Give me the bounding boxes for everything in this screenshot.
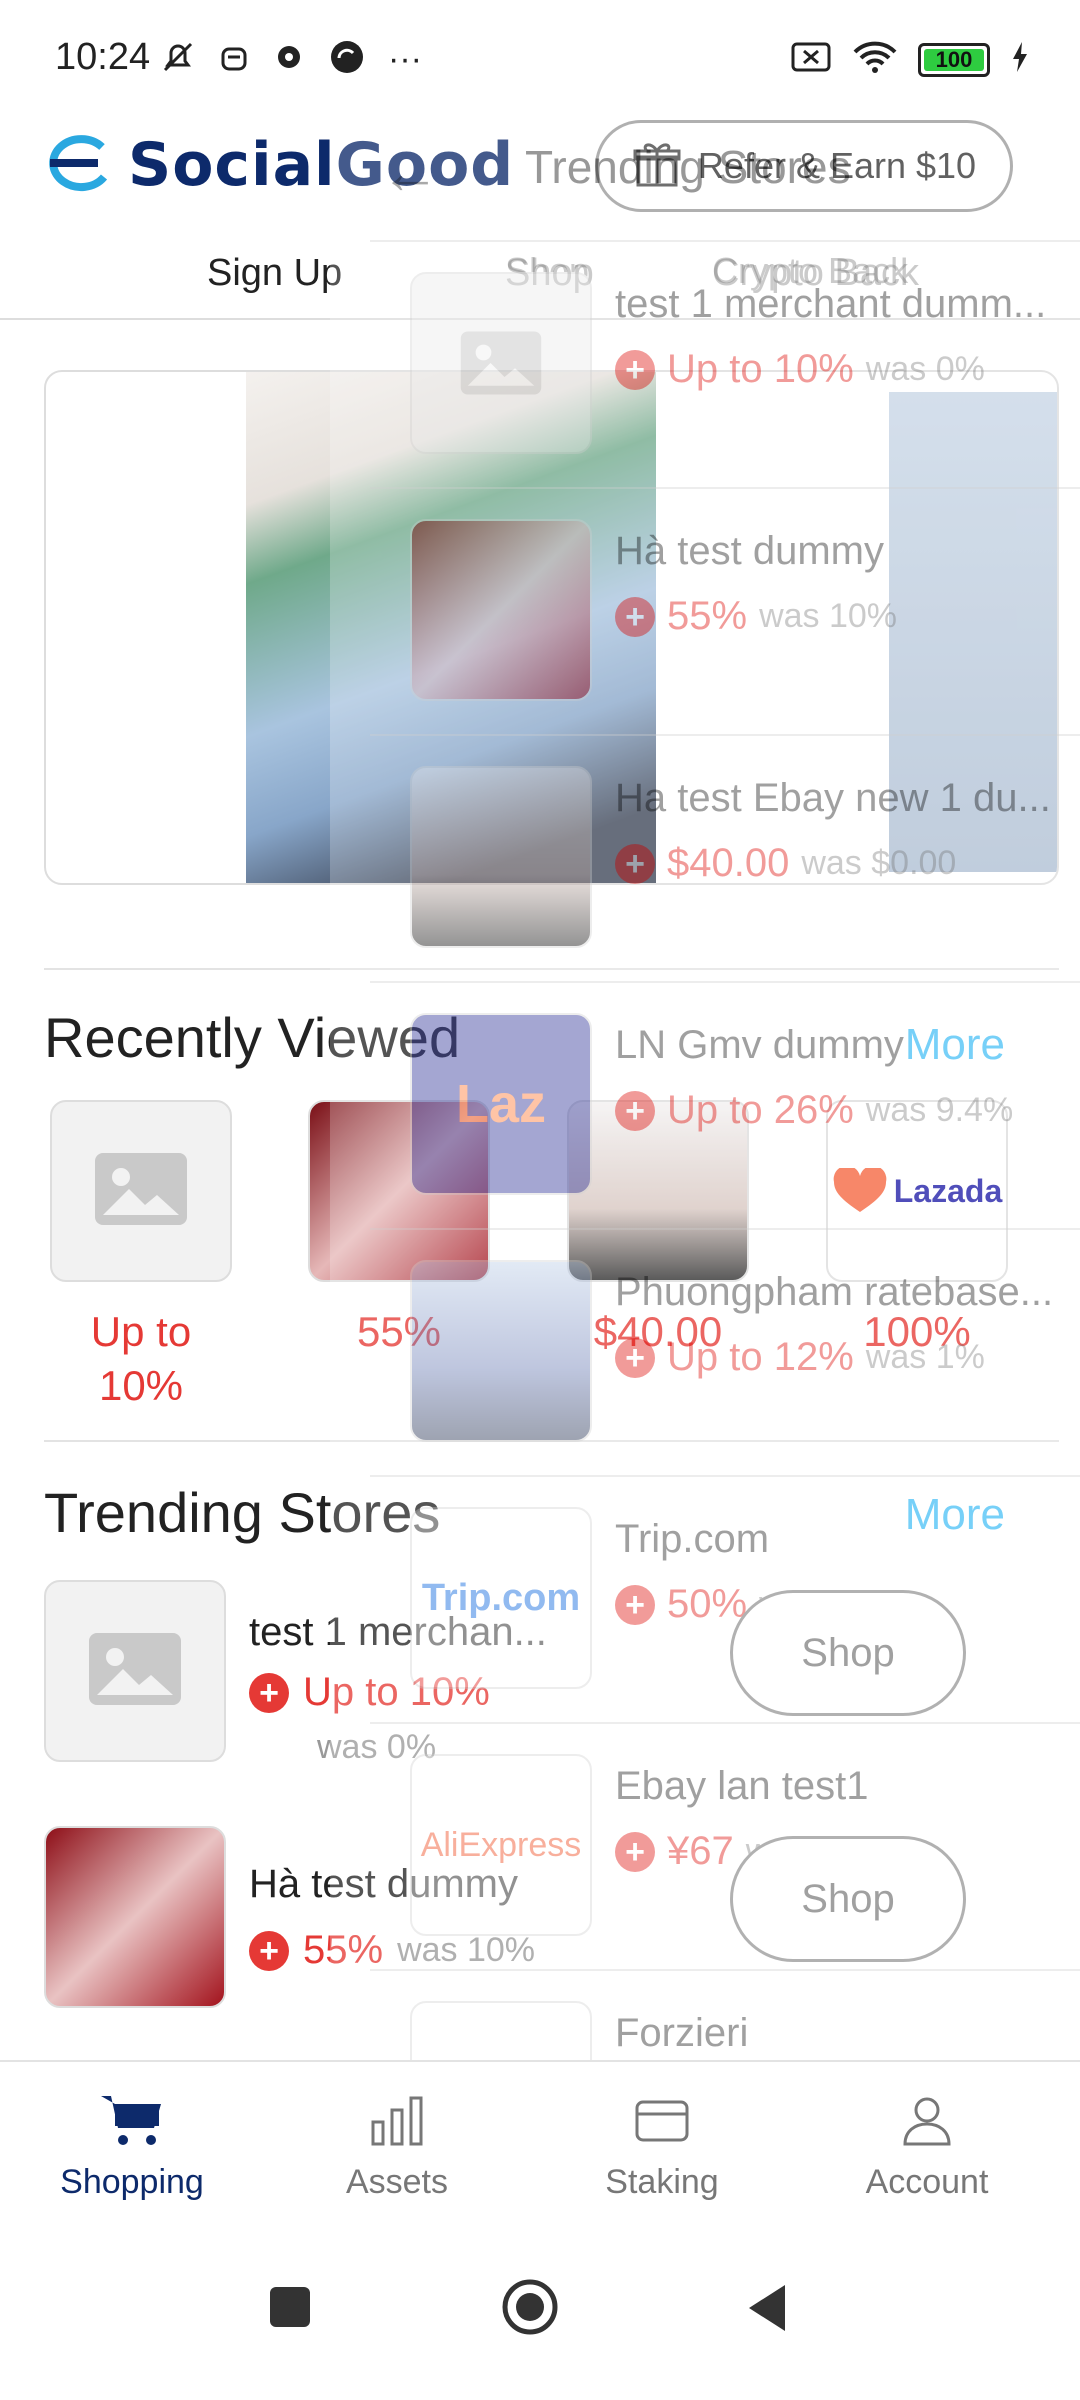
store-thumbnail <box>44 1826 226 2008</box>
recent-item-rate: 100% <box>863 1308 971 1355</box>
status-time: 10:24 <box>55 36 151 78</box>
nav-label: Shopping <box>60 2163 204 2201</box>
logo-text: SocialGood <box>128 130 515 200</box>
tab-sign-up[interactable]: Sign Up <box>207 252 342 295</box>
sync-icon <box>328 38 366 81</box>
refer-earn-label: Refer & Earn $10 <box>697 145 977 186</box>
bottom-navigation: Shopping Assets Staking Account <box>0 2060 1080 2235</box>
cart-icon <box>101 2096 161 2145</box>
section-divider <box>44 968 1059 970</box>
store-rate: + 55% was 10% <box>249 1928 535 1973</box>
section-divider <box>44 1440 1059 1442</box>
gear-icon <box>272 40 306 79</box>
store-rate: + Up to 10% <box>249 1670 490 1715</box>
store-row[interactable]: test 1 merchan... + Up to 10% was 0% <box>44 1580 1059 1766</box>
wifi-icon <box>852 40 898 79</box>
store-was-rate: was 0% <box>317 1728 437 1766</box>
lazada-logo: Lazada <box>832 1168 1002 1214</box>
status-bar: 10:24 ··· 100 <box>0 0 1080 110</box>
nav-label: Assets <box>345 2163 449 2201</box>
image-placeholder-icon <box>85 1629 185 1714</box>
battery-icon: 100 <box>918 42 990 77</box>
bar-chart-icon <box>371 2096 423 2146</box>
refer-earn-button[interactable]: Refer & Earn $10 <box>595 120 1013 212</box>
wallet-icon <box>635 2100 689 2142</box>
image-placeholder-icon <box>91 1149 191 1234</box>
plus-icon: + <box>249 1930 289 1971</box>
recent-item-card[interactable] <box>50 1100 232 1282</box>
overlay-store-name: Forzieri <box>615 2011 749 2055</box>
store-rate-value: 55% <box>303 1928 384 1972</box>
recent-item-card[interactable] <box>308 1100 490 1282</box>
banner-image-next <box>889 392 1057 872</box>
store-row[interactable]: Hà test dummy + 55% was 10% <box>44 1826 1059 2008</box>
store-thumbnail <box>44 1580 226 1762</box>
back-triangle-icon[interactable] <box>745 2283 789 2338</box>
trending-stores-more-link[interactable]: More <box>905 1490 1005 1540</box>
promo-banner[interactable] <box>44 370 1059 885</box>
nav-staking[interactable]: Staking <box>562 2092 762 2202</box>
banner-image <box>246 372 656 883</box>
system-navigation-bar <box>0 2235 1080 2400</box>
trending-stores-title: Trending Stores <box>44 1481 441 1544</box>
store-name: test 1 merchan... <box>249 1610 547 1654</box>
more-dots-icon: ··· <box>388 40 422 78</box>
nav-shopping[interactable]: Shopping <box>32 2092 232 2202</box>
gift-icon <box>632 139 682 194</box>
category-tabs: Sign Up Shop Crypto Back <box>0 240 1080 320</box>
person-icon <box>903 2097 951 2146</box>
app-logo: SocialGood <box>40 130 514 200</box>
store-name: Hà test dummy <box>249 1862 518 1906</box>
sim-off-icon <box>790 40 832 79</box>
nav-label: Staking <box>605 2163 719 2201</box>
battery-level: 100 <box>935 46 973 72</box>
nav-assets[interactable]: Assets <box>297 2092 497 2202</box>
home-circle-icon[interactable] <box>500 2277 560 2342</box>
tab-crypto-back[interactable]: Crypto Back <box>712 252 919 295</box>
recents-square-icon[interactable] <box>268 2285 312 2334</box>
overlay-store-name: Trip.com <box>615 1517 770 1561</box>
store-rate-value: Up to 10% <box>303 1670 490 1714</box>
nav-account[interactable]: Account <box>827 2092 1027 2202</box>
recent-item-rate: $40.00 <box>593 1308 723 1355</box>
recent-item-rate: 55% <box>356 1308 442 1355</box>
recently-viewed-title: Recently Viewed <box>44 1006 461 1069</box>
logo-mark-icon <box>40 133 112 198</box>
plus-icon: + <box>249 1672 289 1713</box>
overlay-store-name: Ebay lan test1 <box>615 1764 869 1808</box>
tab-shop[interactable]: Shop <box>505 252 594 295</box>
recently-viewed-more-link[interactable]: More <box>905 1020 1005 1070</box>
recent-item-card[interactable]: Lazada <box>826 1100 1008 1282</box>
charging-icon <box>1010 40 1030 79</box>
overlay-store-name: LN Gmv dummy <box>615 1023 904 1067</box>
recent-item-card[interactable] <box>567 1100 749 1282</box>
recent-item-rate: Up to 10% <box>90 1308 192 1409</box>
nav-label: Account <box>865 2163 989 2201</box>
robot-icon <box>218 39 250 80</box>
store-was-rate: was 10% <box>397 1931 536 1969</box>
mute-bell-icon <box>160 39 196 80</box>
